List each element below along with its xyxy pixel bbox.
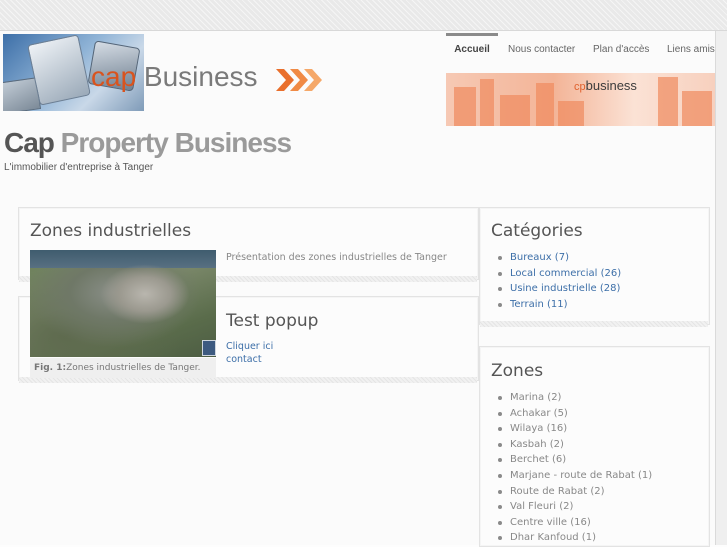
site-title-cap: Cap [4, 127, 55, 158]
zone-link[interactable]: Dhar Kanfoud (1) [510, 532, 596, 543]
category-link-usine-industrielle[interactable]: Usine industrielle (28) [510, 283, 620, 294]
link-contact[interactable]: contact [226, 354, 262, 365]
vertical-scrollbar[interactable] [715, 31, 727, 545]
map-image[interactable] [30, 250, 216, 357]
category-item[interactable]: Usine industrielle (28) [496, 281, 621, 297]
zone-item[interactable]: Berchet (6) [496, 452, 652, 468]
site-title-rest: Property Business [53, 127, 292, 158]
zone-item[interactable]: Val Fleuri (2) [496, 499, 652, 515]
category-link-local-commercial[interactable]: Local commercial (26) [510, 268, 621, 279]
zones-list: Marina (2) Achakar (5) Wilaya (16) Kasba… [496, 390, 652, 546]
banner-business: business [585, 78, 637, 93]
link-cliquer-ici[interactable]: Cliquer ici [226, 341, 273, 352]
zone-link[interactable]: Marjane - route de Rabat (1) [510, 470, 652, 481]
zone-link[interactable]: Achakar (5) [510, 408, 568, 419]
zone-item[interactable]: Kasbah (2) [496, 437, 652, 453]
zone-item[interactable]: Centre ville (16) [496, 515, 652, 531]
zone-item[interactable]: Achakar (5) [496, 406, 652, 422]
nav-nous-contacter[interactable]: Nous contacter [508, 33, 575, 63]
categories-list: Bureaux (7) Local commercial (26) Usine … [496, 250, 621, 312]
category-item[interactable]: Local commercial (26) [496, 266, 621, 282]
banner-brand: cpbusiness [574, 78, 637, 93]
category-item[interactable]: Terrain (11) [496, 297, 621, 313]
nav-accueil[interactable]: Accueil [446, 33, 498, 66]
zone-link[interactable]: Route de Rabat (2) [510, 486, 604, 497]
post-description: Présentation des zones industrielles de … [226, 252, 447, 263]
sidebar-separator [480, 321, 708, 327]
zone-item[interactable]: Dhar Kanfoud (1) [496, 530, 652, 546]
zone-item[interactable]: Wilaya (16) [496, 421, 652, 437]
zone-link[interactable]: Centre ville (16) [510, 517, 591, 528]
category-link-terrain[interactable]: Terrain (11) [510, 299, 568, 310]
brand-logo-text: cap Business [91, 61, 258, 93]
top-bar [0, 0, 727, 31]
figure-caption: Fig. 1:Zones industrielles de Tanger. [30, 358, 216, 378]
category-item[interactable]: Bureaux (7) [496, 250, 621, 266]
chevrons-icon [276, 69, 322, 91]
caption-text: Zones industrielles de Tanger. [66, 363, 201, 373]
post-title-zones[interactable]: Zones industrielles [30, 221, 191, 241]
brand-business: Business [136, 61, 258, 92]
zones-title: Zones [491, 361, 544, 381]
map-control-icon[interactable] [202, 340, 216, 356]
banner-cp: cp [574, 81, 586, 93]
post-title-test-popup[interactable]: Test popup [226, 311, 318, 331]
categories-title: Catégories [491, 221, 583, 241]
caption-label: Fig. 1: [34, 363, 67, 373]
nav-plan-acces[interactable]: Plan d'accès [593, 33, 649, 63]
zone-item[interactable]: Marjane - route de Rabat (1) [496, 468, 652, 484]
zone-link[interactable]: Wilaya (16) [510, 423, 567, 434]
brand-cap: cap [91, 61, 137, 92]
zone-link[interactable]: Val Fleuri (2) [510, 501, 573, 512]
zone-item[interactable]: Marina (2) [496, 390, 652, 406]
category-link-bureaux[interactable]: Bureaux (7) [510, 252, 569, 263]
nav-liens-amis[interactable]: Liens amis [667, 33, 715, 63]
zone-link[interactable]: Marina (2) [510, 392, 561, 403]
site-title[interactable]: Cap Property Business [4, 127, 292, 159]
zone-link[interactable]: Kasbah (2) [510, 439, 564, 450]
zone-link[interactable]: Berchet (6) [510, 454, 566, 465]
site-tagline: L'immobilier d'entreprise à Tanger [4, 162, 154, 173]
zone-item[interactable]: Route de Rabat (2) [496, 484, 652, 500]
